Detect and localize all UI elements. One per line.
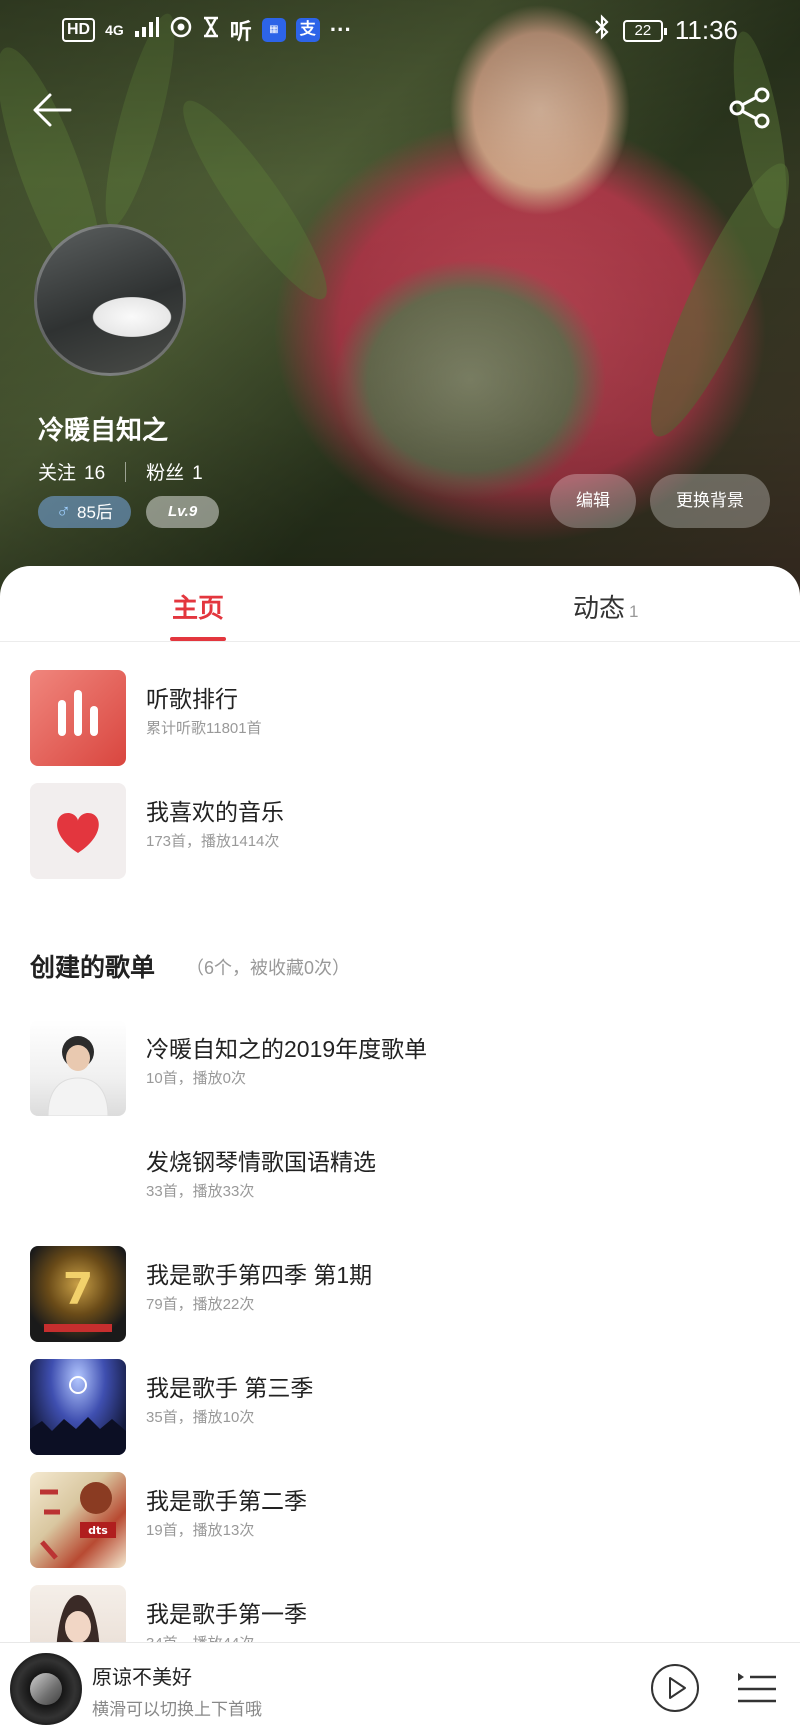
list-item-subtitle: 累计听歌11801首 <box>146 720 262 737</box>
network-type: 4G <box>105 22 124 38</box>
list-item-title: 我是歌手第一季 <box>146 1601 307 1627</box>
hourglass-icon <box>202 16 220 44</box>
playlist-cover <box>30 1133 126 1229</box>
swipe-hint: 横滑可以切换上下首哦 <box>92 1700 262 1719</box>
playlist-item[interactable]: 我是歌手 第三季 35首，播放10次 <box>0 1359 800 1455</box>
heart-icon <box>30 783 126 879</box>
more-notifications-icon: ··· <box>329 17 352 42</box>
playlist-item[interactable]: 发烧钢琴情歌国语精选 33首，播放33次 <box>0 1133 800 1229</box>
profile-content-sheet: 主页 动态 1 听歌排行 累计听歌11801首 我喜欢的音乐 173首，播放141… <box>0 566 800 1733</box>
signal-icon <box>134 16 160 44</box>
tab-feed-label: 动态 <box>573 593 626 623</box>
bluetooth-icon <box>593 14 611 47</box>
liked-music-item[interactable]: 我喜欢的音乐 173首，播放1414次 <box>0 783 800 879</box>
battery-level: 22 <box>622 19 667 42</box>
share-icon <box>729 87 770 129</box>
list-item-title: 我是歌手第二季 <box>146 1488 307 1514</box>
listening-ranking-item[interactable]: 听歌排行 累计听歌11801首 <box>0 670 800 766</box>
list-item-subtitle: 19首，播放13次 <box>146 1522 255 1539</box>
list-item-title: 我喜欢的音乐 <box>146 799 284 825</box>
fans-count: 1 <box>192 463 203 484</box>
play-button[interactable] <box>650 1663 700 1713</box>
list-item-subtitle: 10首，播放0次 <box>146 1070 247 1087</box>
current-song-title: 原谅不美好 <box>92 1667 192 1689</box>
created-playlists-meta: （6个，被收藏0次） <box>186 958 351 978</box>
list-item-title: 听歌排行 <box>146 686 238 712</box>
clock: 11:36 <box>674 15 738 45</box>
playlist-queue-button[interactable] <box>736 1667 778 1709</box>
user-avatar[interactable] <box>34 224 186 376</box>
ranking-icon <box>30 670 126 766</box>
hd-badge: HD <box>62 18 96 42</box>
following-link[interactable]: 关注 16 <box>38 458 105 485</box>
playlist-item[interactable]: 7 我是歌手第四季 第1期 79首，播放22次 <box>0 1246 800 1342</box>
list-item-subtitle: 79首，播放22次 <box>146 1296 255 1313</box>
svg-text:dts: dts <box>88 1524 108 1537</box>
svg-text:7: 7 <box>63 1264 94 1315</box>
queue-list-icon <box>738 1673 776 1703</box>
age-tag-label: 85后 <box>77 503 113 522</box>
arrow-left-icon <box>33 93 72 127</box>
edit-profile-button[interactable]: 编辑 <box>550 474 636 528</box>
list-item-subtitle: 173首，播放1414次 <box>146 833 280 850</box>
blue-app-icon: ▦ <box>261 18 286 42</box>
change-background-button[interactable]: 更换背景 <box>650 474 770 528</box>
fans-link[interactable]: 粉丝 1 <box>146 458 203 485</box>
level-badge: Lv.9 <box>146 496 220 528</box>
playlist-cover: dts <box>30 1472 126 1568</box>
tab-feed-count: 1 <box>629 602 639 621</box>
following-count: 16 <box>84 463 106 484</box>
album-disc[interactable] <box>10 1653 82 1725</box>
username: 冷暖自知之 <box>38 415 169 445</box>
tab-bar: 主页 动态 1 <box>0 566 800 642</box>
created-playlists-heading: 创建的歌单 <box>30 954 156 982</box>
age-gender-tag: ♂ 85后 <box>38 496 131 528</box>
alipay-icon: 支 <box>295 18 320 42</box>
male-icon: ♂ <box>56 501 71 523</box>
playlist-cover <box>30 1359 126 1455</box>
fans-label: 粉丝 <box>146 463 185 484</box>
playlist-item[interactable]: 冷暖自知之的2019年度歌单 10首，播放0次 <box>0 1020 800 1116</box>
netease-music-icon <box>170 16 192 44</box>
playlist-cover <box>30 1020 126 1116</box>
tab-home[interactable]: 主页 <box>169 588 227 641</box>
listen-app-icon: 听 <box>229 19 252 44</box>
status-bar: HD 4G 听 ▦ 支 ··· 22 11:36 <box>0 0 800 60</box>
play-icon <box>651 1664 699 1712</box>
list-item-title: 我是歌手第四季 第1期 <box>146 1262 373 1288</box>
list-item-title: 发烧钢琴情歌国语精选 <box>146 1149 376 1175</box>
playlist-item[interactable]: dts 我是歌手第二季 19首，播放13次 <box>0 1472 800 1568</box>
list-item-subtitle: 33首，播放33次 <box>146 1183 255 1200</box>
list-item-subtitle: 35首，播放10次 <box>146 1409 255 1426</box>
share-button[interactable] <box>728 86 772 130</box>
divider <box>125 461 127 482</box>
mini-player[interactable]: 原谅不美好 横滑可以切换上下首哦 <box>0 1642 800 1733</box>
following-label: 关注 <box>38 463 77 484</box>
playlist-cover: 7 <box>30 1246 126 1342</box>
back-button[interactable] <box>30 88 74 132</box>
list-item-title: 我是歌手 第三季 <box>146 1375 314 1401</box>
tab-feed[interactable]: 动态 1 <box>573 588 638 625</box>
list-item-title: 冷暖自知之的2019年度歌单 <box>146 1036 428 1062</box>
follow-stats: 关注 16 粉丝 1 <box>38 458 203 485</box>
